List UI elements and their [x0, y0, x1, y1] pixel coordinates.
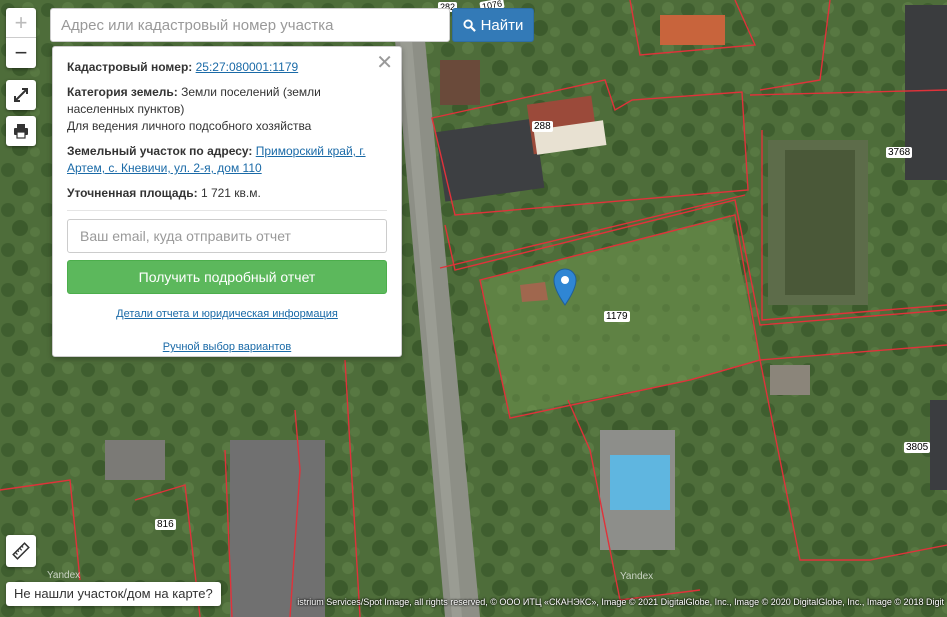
report-details-link[interactable]: Детали отчета и юридическая информация [116, 308, 338, 320]
zoom-in-button[interactable]: + [6, 8, 36, 38]
land-use-value: Для ведения личного подсобного хозяйства [67, 119, 312, 133]
fullscreen-button[interactable] [6, 80, 36, 110]
not-found-button[interactable]: Не нашли участок/дом на карте? [6, 582, 221, 606]
get-report-button[interactable]: Получить подробный отчет [67, 260, 387, 294]
parcel-label-288: 288 [532, 121, 553, 132]
search-button-label: Найти [480, 16, 524, 34]
land-category-label: Категория земель: [67, 85, 178, 99]
parcel-label-3768: 3768 [886, 147, 913, 158]
parcel-info-popup: ✕ Кадастровый номер: 25:27:080001:1179 К… [52, 46, 402, 357]
land-category-row: Категория земель: Земли поселений (земли… [67, 84, 387, 135]
parcel-label-816: 816 [155, 519, 176, 530]
divider [67, 210, 387, 211]
cadastral-number-label: Кадастровый номер: [67, 60, 193, 74]
copyright-text: istrium Services/Spot Image, all rights … [297, 597, 944, 607]
parcel-label-1179: 1179 [604, 311, 630, 322]
area-row: Уточненная площадь: 1 721 кв.м. [67, 185, 387, 202]
cadastral-number-row: Кадастровый номер: 25:27:080001:1179 [67, 59, 387, 76]
area-value: 1 721 кв.м. [200, 186, 261, 200]
ruler-button[interactable] [6, 535, 36, 567]
search-icon [463, 18, 476, 32]
close-icon[interactable]: ✕ [376, 53, 393, 73]
ruler-icon [12, 542, 30, 560]
yandex-watermark: Yandex [47, 570, 81, 581]
address-row: Земельный участок по адресу: Приморский … [67, 143, 387, 177]
expand-icon [14, 88, 28, 102]
manual-link-row: Ручной выбор вариантов [67, 339, 387, 356]
parcel-label-3805: 3805 [904, 442, 931, 453]
manual-selection-link[interactable]: Ручной выбор вариантов [163, 341, 291, 353]
address-label: Земельный участок по адресу: [67, 144, 253, 158]
email-input[interactable] [67, 219, 387, 253]
area-label: Уточненная площадь: [67, 186, 198, 200]
search-button[interactable]: Найти [452, 8, 534, 42]
zoom-control: + − [6, 8, 36, 68]
cadastral-number-link[interactable]: 25:27:080001:1179 [196, 60, 299, 74]
details-link-row: Детали отчета и юридическая информация [67, 306, 387, 323]
zoom-out-button[interactable]: − [6, 38, 36, 68]
search-input[interactable] [50, 8, 450, 42]
printer-icon [14, 124, 28, 139]
yandex-watermark: Yandex [620, 571, 654, 582]
print-button[interactable] [6, 116, 36, 146]
